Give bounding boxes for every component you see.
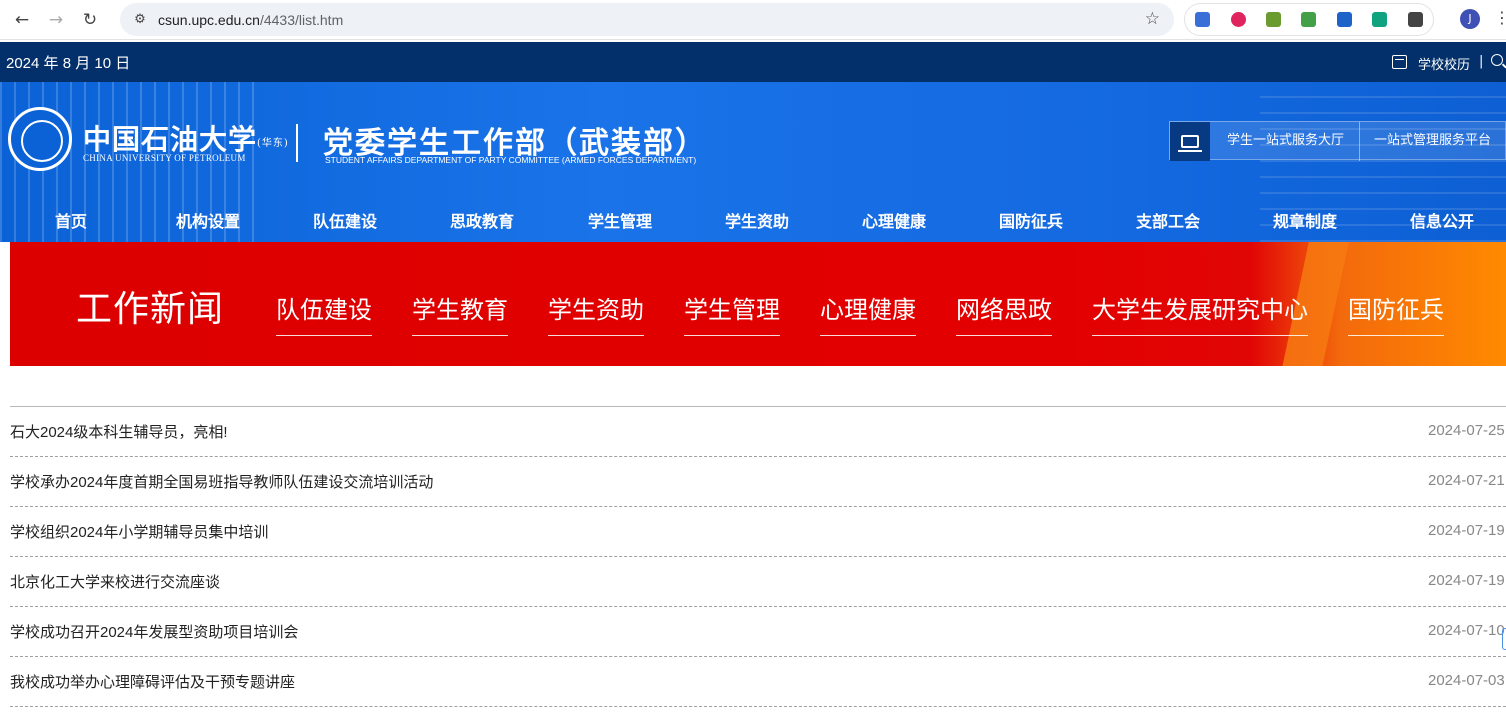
site-info-icon[interactable]: ⚙ xyxy=(128,12,152,27)
nav-item[interactable]: 队伍建设 xyxy=(313,208,377,232)
current-date: 2024 年 8 月 10 日 xyxy=(6,54,131,72)
section-tab[interactable]: 队伍建设 xyxy=(276,290,372,336)
main-navigation: 首页 机构设置 队伍建设 思政教育 学生管理 学生资助 心理健康 国防征兵 支部工会 规章制度 信息… xyxy=(0,200,1506,240)
logo-divider xyxy=(296,124,298,162)
section-title: 工作新闻 xyxy=(76,289,225,330)
news-title-link[interactable]: 石大2024级本科生辅导员，亮相! xyxy=(10,421,228,442)
news-row[interactable]: 石大2024级本科生辅导员，亮相! 2024-07-25 xyxy=(10,407,1506,457)
news-row[interactable]: 北京化工大学来校进行交流座谈 2024-07-19 xyxy=(10,557,1506,607)
nav-item[interactable]: 学生资助 xyxy=(725,208,789,232)
university-seal-logo[interactable] xyxy=(8,107,72,171)
nav-item[interactable]: 支部工会 xyxy=(1136,208,1200,232)
puzzle-extension-icon[interactable] xyxy=(1398,3,1433,36)
section-tab[interactable]: 学生资助 xyxy=(548,290,644,336)
forward-arrow-icon[interactable]: → xyxy=(39,3,73,37)
news-title-link[interactable]: 学校组织2024年小学期辅导员集中培训 xyxy=(10,521,268,542)
address-bar[interactable]: ⚙ csun.upc.edu.cn/4433/list.htm ☆ xyxy=(120,3,1174,36)
reload-icon[interactable]: ↻ xyxy=(73,3,107,37)
news-date: 2024-07-19 xyxy=(1428,522,1505,539)
department-name: 党委学生工作部（武装部） STUDENT AFFAIRS DEPARTMENT … xyxy=(323,118,707,165)
section-tab[interactable]: 大学生发展研究中心 xyxy=(1092,290,1308,336)
nav-item[interactable]: 规章制度 xyxy=(1273,208,1337,232)
news-date: 2024-07-25 xyxy=(1428,422,1505,439)
browser-menu-icon[interactable]: ⋮ xyxy=(1494,8,1506,27)
nav-item[interactable]: 心理健康 xyxy=(862,208,926,232)
calendar-icon[interactable] xyxy=(1392,55,1407,69)
nav-item[interactable]: 首页 xyxy=(55,208,87,232)
computer-icon xyxy=(1170,122,1210,161)
url-host: csun.upc.edu.cn xyxy=(158,11,260,28)
extensions-bar xyxy=(1184,3,1434,36)
nav-item[interactable]: 信息公开 xyxy=(1410,208,1474,232)
news-row[interactable]: 我校成功举办心理障碍评估及干预专题讲座 2024-07-03 xyxy=(10,657,1506,707)
bookmark-star-icon[interactable]: ☆ xyxy=(1145,9,1160,29)
back-arrow-icon[interactable]: ← xyxy=(5,3,39,37)
university-name[interactable]: 中国石油大学(华东) CHINA UNIVERSITY OF PETROLEUM xyxy=(83,118,289,163)
news-date: 2024-07-03 xyxy=(1428,672,1505,689)
department-name-en: STUDENT AFFAIRS DEPARTMENT OF PARTY COMM… xyxy=(325,155,697,165)
separator: | xyxy=(1479,54,1484,69)
top-info-bar: 2024 年 8 月 10 日 学校校历 | xyxy=(0,42,1506,82)
section-banner: 工作新闻 队伍建设 学生教育 学生资助 学生管理 心理健康 网络思政 大学生发展研究中心 国防… xyxy=(10,242,1506,366)
browser-toolbar: ← → ↻ ⚙ csun.upc.edu.cn/4433/list.htm ☆ … xyxy=(0,0,1506,40)
openai-extension-icon[interactable] xyxy=(1362,3,1397,36)
news-row[interactable]: 学校成功召开2024年发展型资助项目培训会 2024-07-10 xyxy=(10,607,1506,657)
nav-item[interactable]: 思政教育 xyxy=(450,208,514,232)
section-tab[interactable]: 国防征兵 xyxy=(1348,290,1444,336)
news-date: 2024-07-10 xyxy=(1428,622,1505,639)
section-tab[interactable]: 学生教育 xyxy=(412,290,508,336)
section-tab[interactable]: 学生管理 xyxy=(684,290,780,336)
nav-item[interactable]: 机构设置 xyxy=(176,208,240,232)
section-tab[interactable]: 网络思政 xyxy=(956,290,1052,336)
news-title-link[interactable]: 学校承办2024年度首期全国易班指导教师队伍建设交流培训活动 xyxy=(10,471,433,492)
search-icon[interactable] xyxy=(1491,54,1503,66)
news-list: 石大2024级本科生辅导员，亮相! 2024-07-25 学校承办2024年度首期全… xyxy=(10,407,1506,707)
grid-extension-icon[interactable] xyxy=(1185,3,1220,36)
news-date: 2024-07-21 xyxy=(1428,472,1505,489)
service-links: 学生一站式服务大厅 一站式管理服务平台 xyxy=(1169,121,1506,161)
red-extension-icon[interactable] xyxy=(1220,3,1255,36)
university-name-cn: 中国石油大学 xyxy=(83,123,258,156)
url-path: /4433/list.htm xyxy=(259,11,344,28)
student-service-hall-link[interactable]: 学生一站式服务大厅 xyxy=(1210,122,1360,161)
nav-item[interactable]: 国防征兵 xyxy=(999,208,1063,232)
school-calendar-link[interactable]: 学校校历 xyxy=(1418,54,1470,73)
plus-extension-icon[interactable] xyxy=(1291,3,1326,36)
management-platform-link[interactable]: 一站式管理服务平台 xyxy=(1360,122,1505,161)
bicycle-extension-icon[interactable] xyxy=(1256,3,1291,36)
mortarboard-extension-icon[interactable] xyxy=(1327,3,1362,36)
news-title-link[interactable]: 我校成功举办心理障碍评估及干预专题讲座 xyxy=(10,671,295,692)
news-row[interactable]: 学校组织2024年小学期辅导员集中培训 2024-07-19 xyxy=(10,507,1506,557)
section-tab[interactable]: 心理健康 xyxy=(820,290,916,336)
university-name-en: CHINA UNIVERSITY OF PETROLEUM xyxy=(83,153,246,163)
site-header: 中国石油大学(华东) CHINA UNIVERSITY OF PETROLEUM… xyxy=(0,82,1506,242)
news-row[interactable]: 学校承办2024年度首期全国易班指导教师队伍建设交流培训活动 2024-07-21 xyxy=(10,457,1506,507)
nav-item[interactable]: 学生管理 xyxy=(588,208,652,232)
floating-scroll-handle[interactable] xyxy=(1502,628,1506,650)
university-campus: (华东) xyxy=(257,138,289,149)
news-title-link[interactable]: 北京化工大学来校进行交流座谈 xyxy=(10,571,220,592)
news-title-link[interactable]: 学校成功召开2024年发展型资助项目培训会 xyxy=(10,621,298,642)
profile-avatar[interactable]: J xyxy=(1460,9,1480,29)
news-date: 2024-07-19 xyxy=(1428,572,1505,589)
url-text: csun.upc.edu.cn/4433/list.htm xyxy=(158,12,343,28)
